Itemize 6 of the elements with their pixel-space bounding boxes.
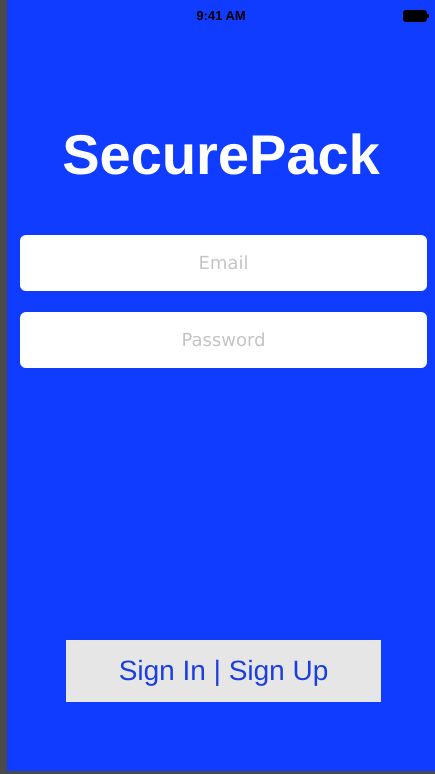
email-field[interactable]: Email [20, 235, 427, 291]
sign-in-button[interactable]: Sign In | Sign Up [66, 640, 381, 702]
app-title: SecurePack [61, 122, 381, 188]
status-time: 9:41 AM [196, 8, 246, 22]
battery-icon [403, 10, 429, 22]
password-field[interactable]: Password [20, 312, 427, 368]
